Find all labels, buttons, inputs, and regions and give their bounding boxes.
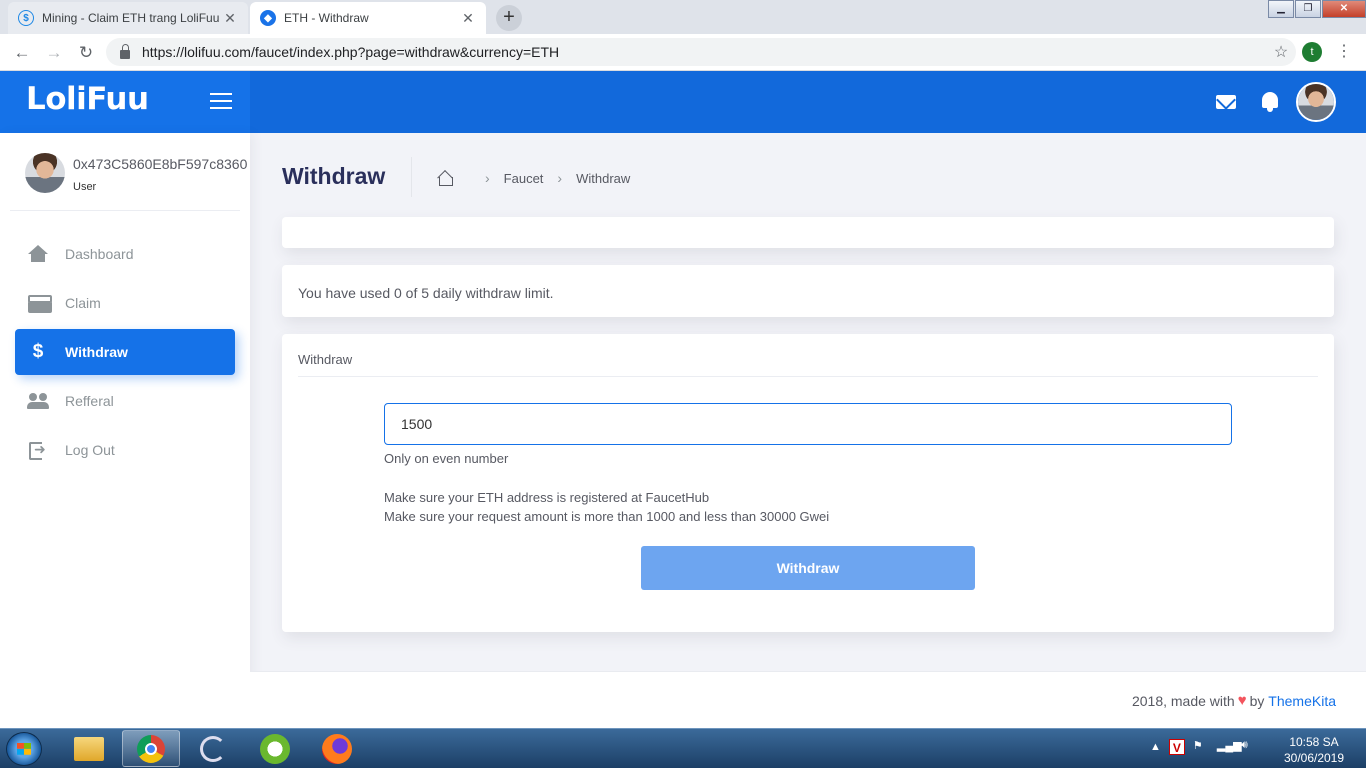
taskbar-firefox[interactable] (308, 730, 366, 767)
users-icon (27, 391, 49, 411)
sidebar-item-withdraw[interactable]: $ Withdraw (15, 329, 235, 375)
window-controls: ▁ ❐ ✕ (1267, 0, 1366, 18)
taskbar-tool[interactable] (184, 730, 242, 767)
folder-icon (74, 736, 104, 761)
sidebar-item-dashboard[interactable]: Dashboard (15, 231, 235, 277)
logo-header: LoliFuu (0, 71, 250, 133)
amount-help-text: Only on even number (384, 451, 509, 466)
title-divider (411, 157, 412, 197)
tool-icon (200, 735, 226, 762)
address-bar[interactable]: https://lolifuu.com/faucet/index.php?pag… (106, 38, 1296, 66)
dollar-circle-icon: $ (18, 10, 34, 26)
close-icon[interactable]: ✕ (222, 10, 238, 27)
breadcrumb-faucet[interactable]: Faucet (504, 171, 544, 186)
clock[interactable]: 10:58 SA 30/06/2019 (1276, 734, 1352, 766)
breadcrumb: › Faucet › Withdraw (437, 170, 630, 186)
window-close-button[interactable]: ✕ (1322, 0, 1366, 18)
network-flag-icon[interactable]: ⚑ (1193, 739, 1209, 755)
sidebar-item-logout[interactable]: Log Out (15, 427, 235, 473)
sidebar-item-label: Withdraw (65, 344, 128, 360)
system-tray: ▲ V ⚑ ▂▄▆ 🔊︎ (1150, 739, 1257, 755)
close-icon[interactable]: ✕ (460, 10, 476, 27)
antivirus-icon[interactable]: V (1168, 739, 1185, 755)
bell-icon[interactable] (1262, 92, 1278, 112)
dollar-icon: $ (32, 341, 44, 362)
card-title: Withdraw (298, 352, 353, 367)
forward-icon[interactable]: → (42, 41, 66, 65)
lock-icon (120, 43, 130, 59)
taskbar-app-green[interactable] (246, 730, 304, 767)
sidebar-item-label: Refferal (65, 393, 114, 409)
start-button[interactable] (6, 732, 42, 766)
logout-icon (27, 440, 49, 460)
user-avatar[interactable] (25, 153, 65, 193)
site-logo[interactable]: LoliFuu (26, 81, 149, 117)
chevron-right-icon: › (485, 170, 490, 186)
windows-taskbar: ▲ V ⚑ ▂▄▆ 🔊︎ 10:58 SA 30/06/2019 (0, 728, 1366, 768)
browser-tab-withdraw[interactable]: ◆ ETH - Withdraw ✕ (250, 2, 486, 34)
site-icon: ◆ (260, 10, 276, 26)
url-text[interactable]: https://lolifuu.com/faucet/index.php?pag… (142, 44, 1266, 60)
volume-icon[interactable]: 🔊︎ (1241, 739, 1257, 755)
header-user-avatar[interactable] (1296, 82, 1336, 122)
minimize-button[interactable]: ▁ (1268, 0, 1294, 18)
browser-tab-bar: $ Mining - Claim ETH trang LoliFuu ✕ ◆ E… (0, 0, 1366, 34)
withdraw-card: Withdraw Only on even number Make sure y… (282, 334, 1334, 632)
user-role: User (73, 181, 97, 193)
new-tab-button[interactable]: + (496, 5, 522, 31)
home-icon[interactable] (437, 171, 453, 186)
footer-text: 2018, made with (1131, 692, 1235, 709)
bookmark-star-icon[interactable]: ☆ (1266, 42, 1296, 62)
themekita-link[interactable]: ThemeKita (1268, 693, 1336, 709)
browser-menu-icon[interactable]: ⋮ (1336, 41, 1352, 63)
profile-avatar[interactable]: t (1302, 42, 1322, 62)
limit-card: You have used 0 of 5 daily withdraw limi… (282, 265, 1334, 317)
reload-icon[interactable]: ↻ (74, 41, 98, 65)
footer: 2018, made with ♥ by ThemeKita (250, 671, 1366, 728)
mail-icon[interactable] (1216, 95, 1236, 109)
sidebar-item-claim[interactable]: Claim (15, 280, 235, 326)
sidebar: 0x473C5860E8bF597c8360 User Dashboard Cl… (0, 133, 250, 728)
hamburger-menu-icon[interactable] (210, 93, 232, 111)
page-title: Withdraw (282, 163, 386, 189)
heart-icon: ♥ (1237, 692, 1247, 709)
sidebar-item-label: Dashboard (65, 246, 134, 262)
card-divider (298, 376, 1318, 377)
chrome-icon (137, 734, 165, 763)
sidebar-divider (10, 210, 240, 211)
green-app-icon (260, 733, 290, 764)
back-icon[interactable]: ← (10, 41, 34, 65)
clock-date: 30/06/2019 (1283, 751, 1345, 765)
sidebar-item-label: Claim (65, 295, 101, 311)
tab-title: ETH - Withdraw (284, 11, 369, 25)
tray-expand-icon[interactable]: ▲ (1150, 741, 1161, 753)
user-name[interactable]: 0x473C5860E8bF597c8360 (73, 156, 250, 172)
clock-time: 10:58 SA (1289, 735, 1339, 749)
taskbar-explorer[interactable] (60, 730, 118, 767)
footer-by: by (1249, 692, 1265, 709)
firefox-icon (322, 733, 352, 764)
empty-card (282, 217, 1334, 248)
top-navbar (250, 71, 1366, 133)
amount-input[interactable] (384, 403, 1232, 445)
amount-note: Make sure your request amount is more th… (384, 509, 830, 524)
sidebar-item-label: Log Out (65, 442, 115, 458)
limit-text: You have used 0 of 5 daily withdraw limi… (298, 285, 554, 301)
footer-credit: 2018, made with ♥ by ThemeKita (1132, 692, 1336, 709)
browser-toolbar: ← → ↻ https://lolifuu.com/faucet/index.p… (0, 34, 1366, 71)
signal-icon[interactable]: ▂▄▆ (1217, 739, 1242, 755)
taskbar-chrome[interactable] (122, 730, 180, 767)
browser-tab-mining[interactable]: $ Mining - Claim ETH trang LoliFuu ✕ (8, 2, 248, 34)
coins-icon (27, 293, 52, 313)
chevron-right-icon: › (557, 170, 563, 186)
tab-title: Mining - Claim ETH trang LoliFuu (42, 11, 220, 25)
home-icon (27, 244, 49, 264)
sidebar-item-refferal[interactable]: Refferal (15, 378, 235, 424)
maximize-button[interactable]: ❐ (1295, 0, 1321, 18)
address-note: Make sure your ETH address is registered… (384, 490, 710, 505)
withdraw-button[interactable]: Withdraw (641, 546, 975, 590)
breadcrumb-withdraw[interactable]: Withdraw (576, 171, 630, 186)
